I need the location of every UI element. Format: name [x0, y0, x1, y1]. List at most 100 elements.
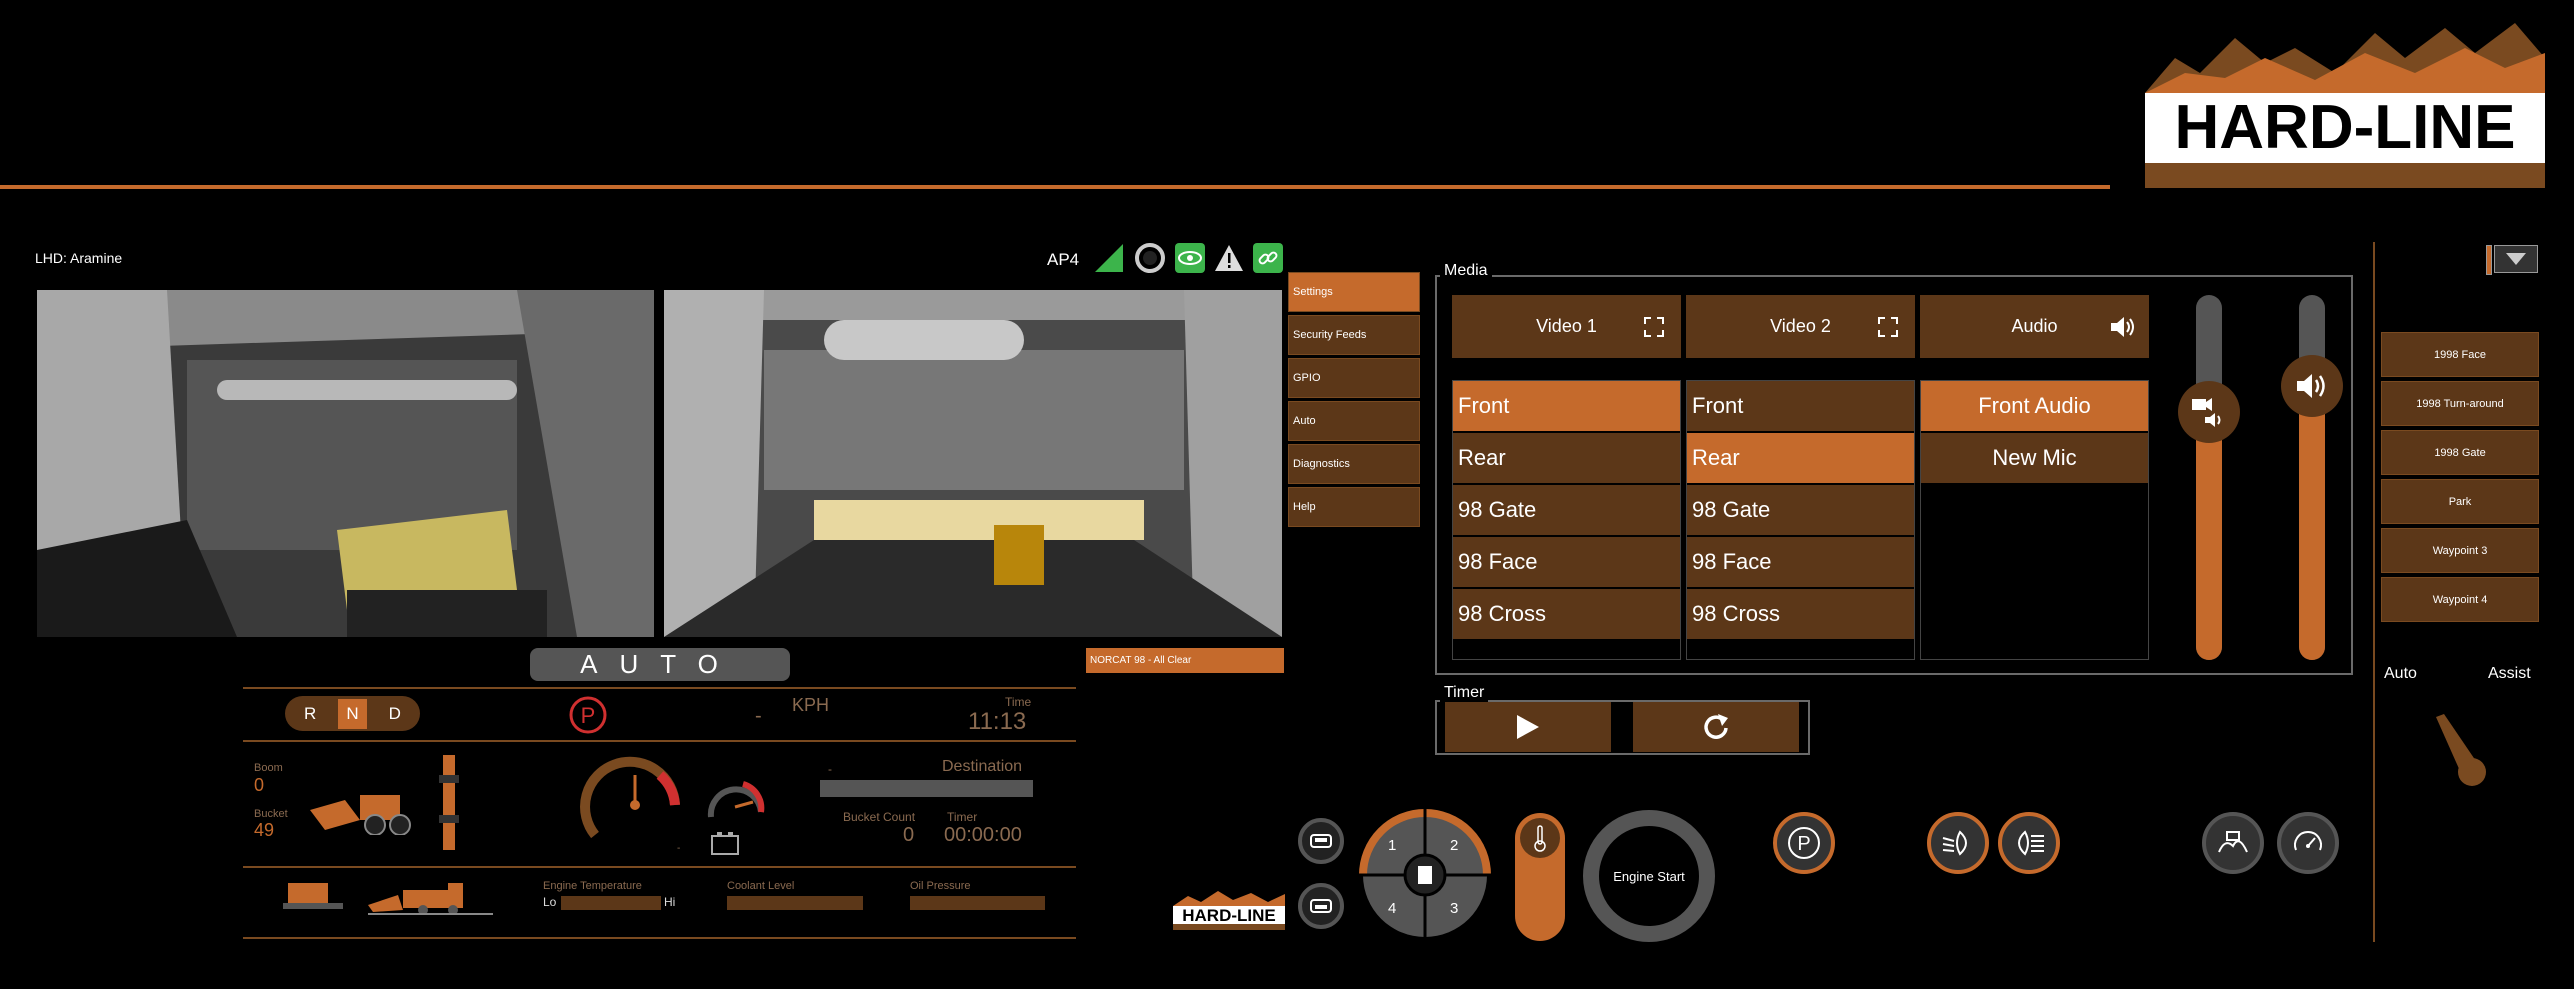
video1-list[interactable]: Front Rear 98 Gate 98 Face 98 Cross	[1452, 380, 1681, 660]
video2-option-98-cross[interactable]: 98 Cross	[1687, 589, 1914, 639]
timer-reset-button[interactable]	[1633, 702, 1799, 752]
video1-option-98-cross[interactable]: 98 Cross	[1453, 589, 1680, 639]
boom-label: Boom	[254, 762, 283, 774]
audio-option-front-audio[interactable]: Front Audio	[1921, 381, 2148, 431]
video2-option-front[interactable]: Front	[1687, 381, 1914, 431]
waypoint-1998-face[interactable]: 1998 Face	[2381, 332, 2539, 377]
gear-r[interactable]: R	[304, 704, 316, 724]
speaker-icon[interactable]	[2109, 315, 2135, 339]
small-logo-text: HARD-LINE	[1182, 906, 1276, 925]
coolant-label: Coolant Level	[727, 880, 795, 892]
temperature-toggle-knob[interactable]	[1520, 818, 1560, 858]
svg-text:P: P	[1797, 833, 1810, 855]
timer-play-button[interactable]	[1445, 702, 1611, 752]
coolant-bar	[727, 896, 863, 910]
rpm-gauge	[580, 750, 690, 855]
timer-label: Timer	[947, 810, 978, 824]
engine-temp-hi: Hi	[664, 895, 676, 909]
speed-value: -	[755, 705, 762, 727]
video1-option-98-gate[interactable]: 98 Gate	[1453, 485, 1680, 535]
audio-list[interactable]: Front Audio New Mic	[1920, 380, 2149, 660]
camera-volume-fill	[2196, 411, 2222, 660]
rpm-gauge-dash: -	[677, 843, 681, 854]
warning-icon[interactable]	[1213, 242, 1245, 274]
video2-list[interactable]: Front Rear 98 Gate 98 Face 98 Cross	[1686, 380, 1915, 660]
auto-assist-lever[interactable]	[2428, 712, 2488, 792]
high-beam-icon	[2018, 830, 2044, 856]
parking-brake-button[interactable]: P	[1773, 812, 1835, 874]
access-point-label: AP4	[1047, 250, 1080, 269]
bucket-count-value: 0	[903, 824, 915, 846]
gear-selector[interactable]: R N D	[285, 696, 420, 731]
gear-d[interactable]: D	[389, 704, 401, 724]
dropdown-button[interactable]	[2494, 245, 2538, 273]
destination-prefix: -	[828, 762, 832, 776]
waypoint-park[interactable]: Park	[2381, 479, 2539, 524]
master-volume-slider[interactable]	[2299, 295, 2325, 660]
menu-item-auto[interactable]: Auto	[1288, 401, 1420, 441]
reset-icon	[1704, 714, 1728, 739]
quad-label-3: 3	[1450, 900, 1459, 917]
chevron-down-icon	[2506, 253, 2526, 265]
vehicle-front-icon	[1310, 834, 1332, 848]
menu-item-security-feeds[interactable]: Security Feeds	[1288, 315, 1420, 355]
auto-label: Auto	[2384, 665, 2417, 682]
high-beam-button[interactable]	[1998, 812, 2060, 874]
dropdown-handle[interactable]	[2486, 245, 2492, 275]
menu-item-diagnostics[interactable]: Diagnostics	[1288, 444, 1420, 484]
video2-option-98-face[interactable]: 98 Face	[1687, 537, 1914, 587]
menu-item-settings[interactable]: Settings	[1288, 272, 1420, 312]
engine-start-button[interactable]: Engine Start	[1583, 810, 1715, 942]
bucket-value: 49	[254, 820, 275, 840]
temperature-toggle[interactable]	[1515, 813, 1565, 941]
link-icon[interactable]	[1252, 242, 1284, 274]
waypoint-1998-turn-around[interactable]: 1998 Turn-around	[2381, 381, 2539, 426]
hardline-logo: HARD-LINE	[2145, 18, 2545, 188]
tramming-camera-rear-button[interactable]	[1298, 883, 1344, 929]
camera-audio-icon	[2192, 397, 2221, 427]
header-rule	[0, 185, 2110, 189]
camera-feed-1[interactable]	[37, 290, 654, 637]
waypoint-3[interactable]: Waypoint 3	[2381, 528, 2539, 573]
tramming-camera-front-button[interactable]	[1298, 818, 1344, 864]
traction-control-button[interactable]	[2202, 812, 2264, 874]
speed-limit-button[interactable]	[2277, 812, 2339, 874]
play-icon	[1517, 715, 1539, 739]
camera-volume-knob[interactable]	[2178, 380, 2240, 443]
right-panel-divider	[2373, 242, 2375, 942]
video1-option-98-face[interactable]: 98 Face	[1453, 537, 1680, 587]
battery-icon	[710, 832, 740, 861]
audio-header[interactable]: Audio	[1920, 295, 2149, 358]
video1-header[interactable]: Video 1	[1452, 295, 1681, 358]
svg-text:P: P	[581, 703, 596, 728]
low-beam-button[interactable]	[1927, 812, 1989, 874]
circle-status-icon[interactable]	[1134, 242, 1166, 274]
master-volume-knob[interactable]	[2281, 355, 2343, 418]
gear-n[interactable]: N	[338, 698, 367, 729]
video2-header[interactable]: Video 2	[1686, 295, 1915, 358]
fullscreen-icon[interactable]	[1643, 316, 1665, 338]
media-title: Media	[1440, 262, 1492, 280]
eye-icon[interactable]	[1174, 242, 1206, 274]
camera-quad-selector[interactable]	[1358, 808, 1492, 947]
video1-option-front[interactable]: Front	[1453, 381, 1680, 431]
mode-indicator: AUTO	[530, 648, 790, 681]
camera-feed-2[interactable]	[664, 290, 1282, 637]
bucket-count-label: Bucket Count	[843, 810, 916, 824]
quad-label-1: 1	[1388, 837, 1397, 854]
camera-volume-slider[interactable]	[2196, 295, 2222, 660]
signal-icon	[1093, 242, 1125, 274]
menu-item-help[interactable]: Help	[1288, 487, 1420, 527]
video2-option-rear[interactable]: Rear	[1687, 433, 1914, 483]
dashboard-divider	[243, 687, 1076, 689]
audio-option-new-mic[interactable]: New Mic	[1921, 433, 2148, 483]
video1-option-rear[interactable]: Rear	[1453, 433, 1680, 483]
waypoint-4[interactable]: Waypoint 4	[2381, 577, 2539, 622]
video2-option-98-gate[interactable]: 98 Gate	[1687, 485, 1914, 535]
quad-label-2: 2	[1450, 837, 1459, 854]
fullscreen-icon[interactable]	[1877, 316, 1899, 338]
waypoint-1998-gate[interactable]: 1998 Gate	[2381, 430, 2539, 475]
oil-bar	[910, 896, 1045, 910]
quad-label-4: 4	[1388, 900, 1397, 917]
menu-item-gpio[interactable]: GPIO	[1288, 358, 1420, 398]
